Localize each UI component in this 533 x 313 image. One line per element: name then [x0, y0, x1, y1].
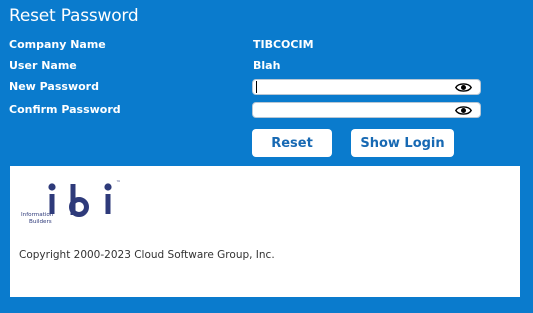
trademark-mark: ™ [116, 180, 121, 186]
footer-panel: ™ Information Builders Copyright 2000-20… [10, 166, 520, 297]
confirm-password-label: Confirm Password [9, 103, 121, 116]
company-name-value: TIBCOCIM [253, 38, 314, 51]
ibi-logo: ™ Information Builders [21, 180, 121, 225]
new-password-label: New Password [9, 80, 99, 93]
show-login-button[interactable]: Show Login [351, 129, 454, 157]
user-name-value: Blah [253, 59, 281, 72]
page-title: Reset Password [9, 6, 139, 26]
logo-text-information: Information [21, 212, 54, 218]
copyright-text: Copyright 2000-2023 Cloud Software Group… [19, 249, 275, 261]
eye-icon[interactable] [455, 82, 472, 93]
new-password-input[interactable] [256, 80, 452, 94]
company-name-label: Company Name [9, 38, 106, 51]
eye-icon[interactable] [455, 105, 472, 116]
new-password-field[interactable] [252, 79, 481, 95]
logo-text-builders: Builders [29, 219, 52, 225]
text-cursor [256, 81, 257, 93]
reset-button[interactable]: Reset [252, 129, 332, 157]
user-name-label: User Name [9, 59, 77, 72]
confirm-password-field[interactable] [252, 102, 481, 118]
confirm-password-input[interactable] [256, 103, 452, 117]
